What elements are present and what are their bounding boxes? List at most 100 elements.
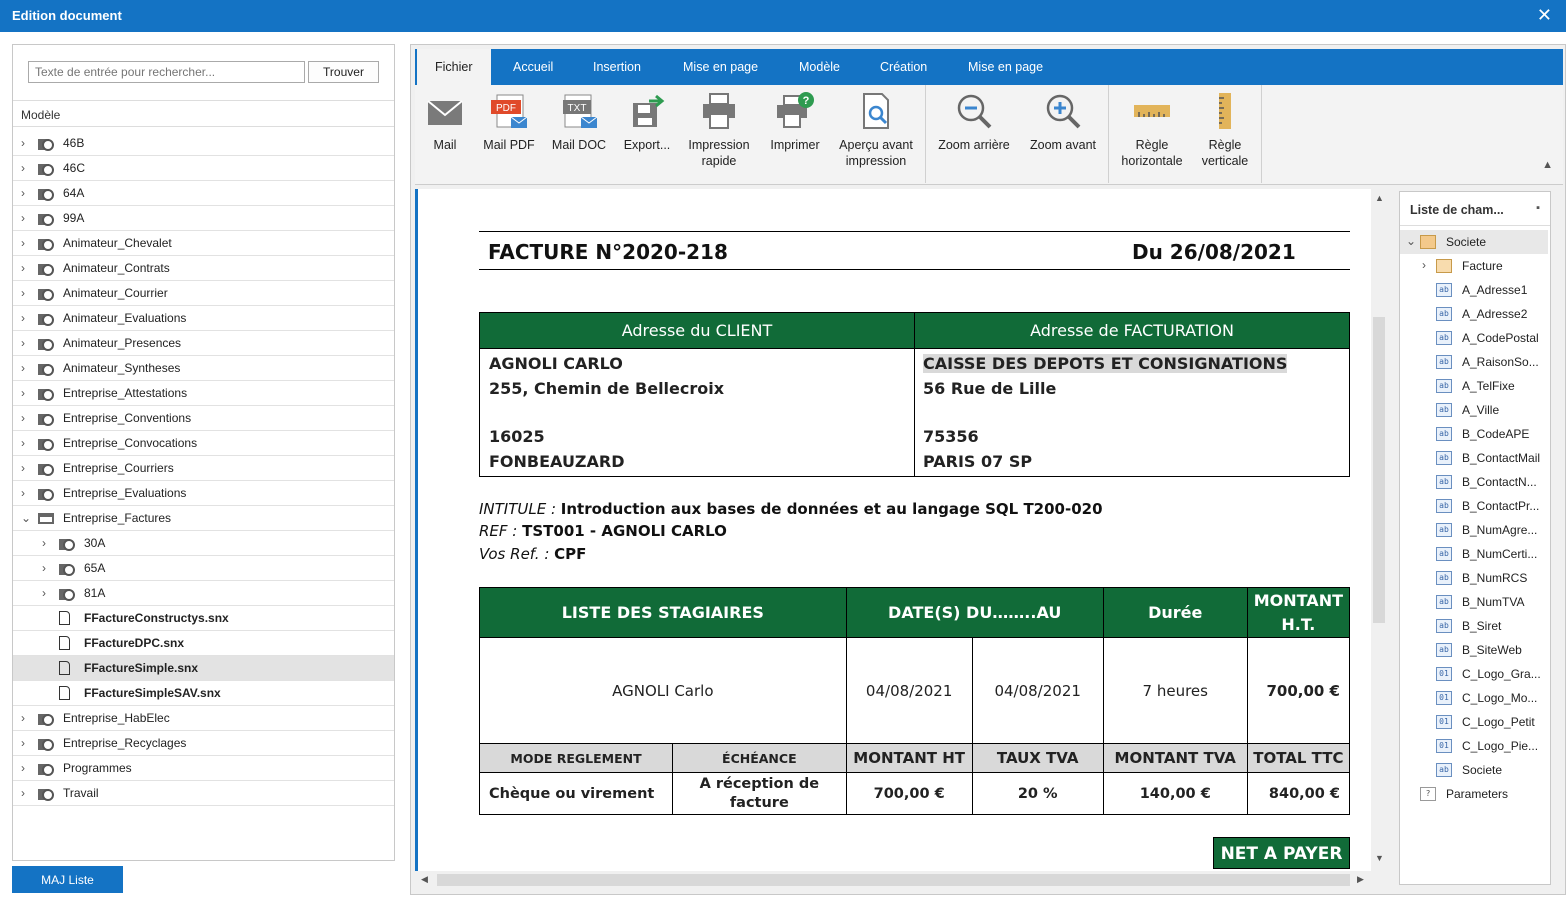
tree-folder-item[interactable]: › Programmes: [13, 756, 394, 781]
chevron-right-icon[interactable]: ›: [21, 336, 31, 350]
chevron-down-icon[interactable]: ⌄: [21, 511, 31, 525]
tab-modele[interactable]: Modèle: [799, 60, 840, 74]
tree-folder-item[interactable]: › Travail: [13, 781, 394, 806]
tab-mise-en-page[interactable]: Mise en page: [683, 60, 758, 74]
tree-file-item[interactable]: FFactureDPC.snx: [13, 631, 394, 656]
tree-file-item[interactable]: FFactureSimple.snx: [13, 656, 394, 681]
tree-folder-item[interactable]: › 64A: [13, 181, 394, 206]
field-item[interactable]: ab B_Siret: [1400, 614, 1548, 638]
chevron-right-icon[interactable]: ›: [21, 311, 31, 325]
tree-folder-item[interactable]: › 46B: [13, 131, 394, 156]
tree-folder-item[interactable]: › Entreprise_Attestations: [13, 381, 394, 406]
vertical-ruler-button[interactable]: Règle verticale: [1193, 91, 1257, 169]
tree-folder-item[interactable]: › Entreprise_Convocations: [13, 431, 394, 456]
field-item[interactable]: ab A_Ville: [1400, 398, 1548, 422]
field-item[interactable]: ab A_TelFixe: [1400, 374, 1548, 398]
zoom-in-button[interactable]: Zoom avant: [1025, 91, 1101, 153]
tree-file-item[interactable]: FFactureConstructys.snx: [13, 606, 394, 631]
field-item[interactable]: ab A_CodePostal: [1400, 326, 1548, 350]
update-list-button[interactable]: MAJ Liste: [12, 866, 123, 893]
field-item[interactable]: ab B_ContactN...: [1400, 470, 1548, 494]
tree-folder-item[interactable]: › Animateur_Evaluations: [13, 306, 394, 331]
horizontal-scroll-thumb[interactable]: [437, 874, 1350, 886]
tab-accueil[interactable]: Accueil: [513, 60, 553, 74]
vertical-scroll-thumb[interactable]: [1373, 317, 1385, 623]
quick-print-button[interactable]: Impression rapide: [681, 91, 757, 169]
chevron-right-icon[interactable]: ›: [1422, 258, 1426, 272]
collapse-ribbon-icon[interactable]: ▲: [1542, 159, 1553, 171]
tab-creation[interactable]: Création: [880, 60, 927, 74]
selected-text[interactable]: CAISSE DES DEPOTS ET CONSIGNATIONS: [923, 354, 1288, 373]
field-item[interactable]: ab Societe: [1400, 758, 1548, 782]
find-button[interactable]: Trouver: [308, 61, 379, 83]
tree-folder-item[interactable]: › 65A: [13, 556, 394, 581]
field-item[interactable]: ab B_NumRCS: [1400, 566, 1548, 590]
field-item[interactable]: ? Parameters: [1400, 782, 1548, 806]
tree-folder-item[interactable]: › Entreprise_Evaluations: [13, 481, 394, 506]
field-item[interactable]: ab B_NumTVA: [1400, 590, 1548, 614]
chevron-right-icon[interactable]: ›: [21, 761, 31, 775]
field-item[interactable]: ab A_Adresse2: [1400, 302, 1548, 326]
field-item[interactable]: ab A_RaisonSo...: [1400, 350, 1548, 374]
field-item[interactable]: ⌄ Societe: [1400, 230, 1548, 254]
field-item[interactable]: ab B_ContactMail: [1400, 446, 1548, 470]
chevron-right-icon[interactable]: ›: [21, 136, 31, 150]
chevron-right-icon[interactable]: ›: [21, 261, 31, 275]
print-button[interactable]: ? Imprimer: [765, 91, 825, 153]
chevron-right-icon[interactable]: ›: [21, 436, 31, 450]
field-item[interactable]: ab B_NumAgre...: [1400, 518, 1548, 542]
horizontal-scrollbar[interactable]: ◀ ▶: [415, 871, 1371, 889]
chevron-right-icon[interactable]: ›: [42, 586, 52, 600]
chevron-right-icon[interactable]: ›: [42, 536, 52, 550]
zoom-out-button[interactable]: Zoom arrière: [933, 91, 1015, 153]
field-item[interactable]: ab B_ContactPr...: [1400, 494, 1548, 518]
chevron-right-icon[interactable]: ›: [21, 486, 31, 500]
search-input[interactable]: [28, 61, 305, 83]
chevron-right-icon[interactable]: ›: [21, 161, 31, 175]
field-item[interactable]: ab A_Adresse1: [1400, 278, 1548, 302]
tree-folder-item[interactable]: › Animateur_Presences: [13, 331, 394, 356]
tree-folder-item[interactable]: › Entreprise_Courriers: [13, 456, 394, 481]
chevron-right-icon[interactable]: ›: [42, 561, 52, 575]
tree-folder-item[interactable]: › Entreprise_Conventions: [13, 406, 394, 431]
field-item[interactable]: ab B_NumCerti...: [1400, 542, 1548, 566]
field-item[interactable]: 01 C_Logo_Pie...: [1400, 734, 1548, 758]
tree-folder-item[interactable]: › Animateur_Syntheses: [13, 356, 394, 381]
field-item[interactable]: 01 C_Logo_Petit: [1400, 710, 1548, 734]
tree-folder-item[interactable]: › 99A: [13, 206, 394, 231]
tab-fichier[interactable]: Fichier: [417, 49, 491, 85]
tab-insertion[interactable]: Insertion: [593, 60, 641, 74]
chevron-down-icon[interactable]: ⌄: [1406, 234, 1416, 248]
chevron-right-icon[interactable]: ›: [21, 386, 31, 400]
tree-folder-item[interactable]: › Animateur_Courrier: [13, 281, 394, 306]
chevron-right-icon[interactable]: ›: [21, 236, 31, 250]
tree-folder-item[interactable]: › Animateur_Chevalet: [13, 231, 394, 256]
vertical-scrollbar[interactable]: ▲ ▼: [1371, 189, 1387, 871]
export-button[interactable]: Export...: [619, 91, 675, 153]
tree-folder-item[interactable]: › 81A: [13, 581, 394, 606]
chevron-right-icon[interactable]: ›: [21, 361, 31, 375]
pin-icon[interactable]: ▪: [1536, 202, 1540, 214]
field-item[interactable]: 01 C_Logo_Gra...: [1400, 662, 1548, 686]
tree-folder-item[interactable]: › Animateur_Contrats: [13, 256, 394, 281]
tree-folder-item[interactable]: › 30A: [13, 531, 394, 556]
field-item[interactable]: 01 C_Logo_Mo...: [1400, 686, 1548, 710]
tree-folder-item[interactable]: › Entreprise_Recyclages: [13, 731, 394, 756]
field-item[interactable]: › Facture: [1400, 254, 1548, 278]
chevron-right-icon[interactable]: ›: [21, 286, 31, 300]
chevron-right-icon[interactable]: ›: [21, 461, 31, 475]
chevron-right-icon[interactable]: ›: [21, 786, 31, 800]
tree-folder-item[interactable]: ⌄ Entreprise_Factures: [13, 506, 394, 531]
document-canvas[interactable]: FACTURE N°2020-218 Du 26/08/2021 Adresse…: [415, 189, 1387, 871]
chevron-right-icon[interactable]: ›: [21, 186, 31, 200]
mail-pdf-button[interactable]: PDF Mail PDF: [481, 91, 537, 153]
print-preview-button[interactable]: Aperçu avant impression: [835, 91, 917, 169]
tab-mise-en-page-2[interactable]: Mise en page: [968, 60, 1043, 74]
mail-button[interactable]: Mail: [425, 91, 465, 153]
chevron-right-icon[interactable]: ›: [21, 736, 31, 750]
tree-folder-item[interactable]: › Entreprise_HabElec: [13, 706, 394, 731]
horizontal-ruler-button[interactable]: Règle horizontale: [1115, 91, 1189, 169]
chevron-right-icon[interactable]: ›: [21, 211, 31, 225]
field-item[interactable]: ab B_CodeAPE: [1400, 422, 1548, 446]
tree-folder-item[interactable]: › 46C: [13, 156, 394, 181]
